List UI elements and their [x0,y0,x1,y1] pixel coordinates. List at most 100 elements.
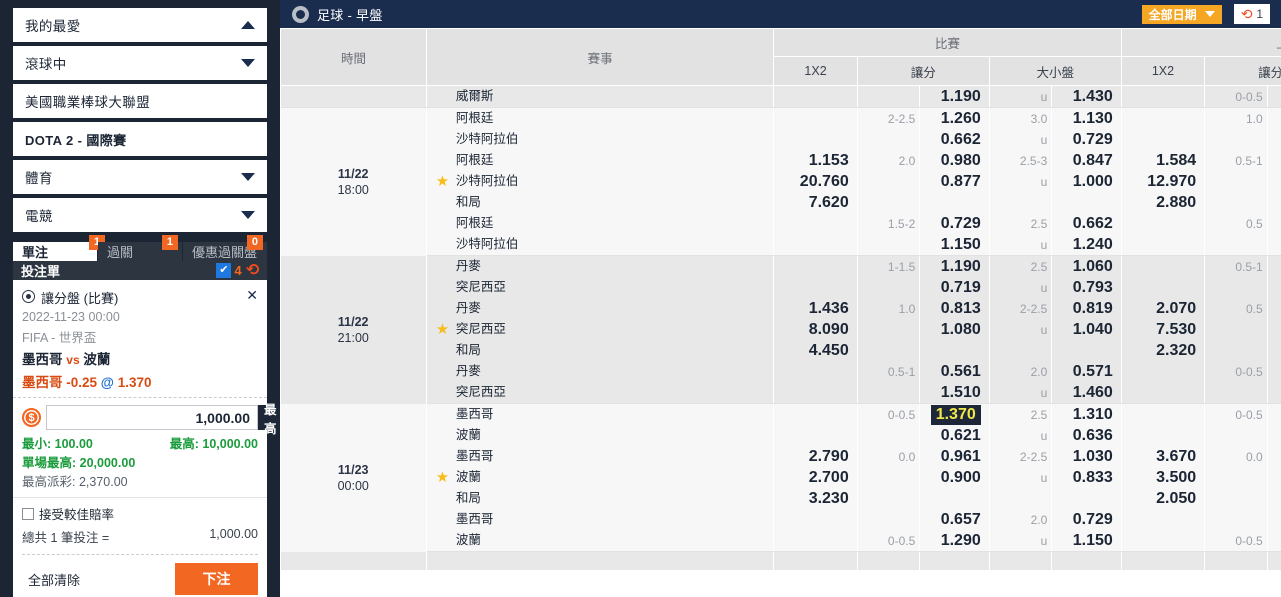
cell-half-hcp-odds[interactable]: 0.632 [1267,361,1281,382]
cell-game-1x2[interactable]: 4.450 [774,340,857,361]
cell-game-1x2[interactable]: 8.090 [774,319,857,340]
cell-game-hcp-line[interactable]: 0.5-1 [857,361,920,382]
betslip-tab-1[interactable]: 過關1 [98,242,183,261]
cell-half-hcp-odds[interactable]: 0.877 [1267,467,1281,488]
sidebar-item-5[interactable]: 電競 [13,198,267,232]
cell-game-total-line[interactable]: 2.5 [989,256,1052,278]
cell-half-1x2[interactable]: 2.050 [1121,488,1204,509]
cell-game-total-line[interactable]: u [989,171,1052,192]
cell-half-hcp-odds[interactable]: 1.320 [1267,382,1281,404]
cell-game-hcp-odds[interactable]: 0.980 [920,150,989,171]
betslip-tab-2[interactable]: 優惠過關盤0 [183,242,267,261]
betslip-tab-0[interactable]: 單注1 [13,242,98,261]
max-stake-button[interactable]: 最高 [258,405,280,430]
favorite-star-icon[interactable]: ★ [435,470,450,485]
cell-game-total-line[interactable]: 2.0 [989,361,1052,382]
cell-half-hcp-odds[interactable]: 1.070 [1267,298,1281,319]
cell-half-hcp-line[interactable]: 0.5 [1205,298,1268,319]
cell-game-1x2[interactable]: 3.230 [774,488,857,509]
cell-game-total-odds[interactable]: 0.571 [1052,361,1121,382]
cell-game-total-line[interactable]: 2-2.5 [989,298,1052,319]
cell-game-hcp-odds[interactable]: 0.621 [920,425,989,446]
selected-odds[interactable]: 1.370 [931,405,981,425]
cell-half-hcp-line[interactable]: 0.5-1 [1205,256,1268,278]
cell-game-total-line[interactable]: u [989,382,1052,404]
cell-game-total-odds[interactable]: 1.130 [1052,108,1121,130]
cell-half-hcp-line[interactable]: 1.0 [1205,108,1268,130]
place-bet-button[interactable]: 下注 [175,563,258,595]
cell-game-hcp-line[interactable]: 1.0 [857,298,920,319]
cell-game-hcp-odds[interactable]: 1.190 [920,86,989,108]
cell-game-hcp-line[interactable]: 0-0.5 [857,404,920,426]
cell-game-total-odds[interactable]: 1.310 [1052,404,1121,426]
chevron-up-icon[interactable] [241,21,255,29]
cell-game-hcp-odds[interactable]: 1.080 [920,319,989,340]
date-filter-button[interactable]: 全部日期 [1142,5,1222,24]
cell-game-hcp-odds[interactable]: 0.662 [920,129,989,150]
cell-game-total-odds[interactable]: 0.847 [1052,150,1121,171]
cell-game-hcp-odds[interactable]: 0.729 [920,213,989,234]
cell-game-hcp-odds[interactable]: 1.510 [920,382,989,404]
cell-game-1x2[interactable]: 1.436 [774,298,857,319]
cell-half-hcp-line[interactable]: 0.5 [1205,213,1268,234]
cell-game-hcp-odds[interactable]: 0.657 [920,509,989,530]
cell-game-total-line[interactable]: 3.0 [989,108,1052,130]
accept-better-odds-row[interactable]: 接受較佳賠率 [22,504,258,523]
cell-half-hcp-odds[interactable]: 1.420 [1267,234,1281,256]
cell-game-total-odds[interactable]: 1.240 [1052,234,1121,256]
cell-game-total-odds[interactable]: 0.662 [1052,213,1121,234]
cell-game-total-odds[interactable]: 0.833 [1052,467,1121,488]
cell-game-hcp-line[interactable]: 1.5-2 [857,213,920,234]
cell-game-1x2[interactable]: 20.760 [774,171,857,192]
cell-game-hcp-line[interactable]: 1-1.5 [857,256,920,278]
chevron-down-icon[interactable] [241,173,255,181]
favorite-star-icon[interactable]: ★ [435,174,450,189]
cell-game-1x2[interactable]: 7.620 [774,192,857,213]
cell-game-hcp-odds[interactable]: 1.290 [920,530,989,552]
cell-half-hcp-line[interactable]: 0-0.5 [1205,86,1268,108]
cell-half-hcp-odds[interactable]: 0.595 [1267,129,1281,150]
cell-half-1x2[interactable]: 2.070 [1121,298,1204,319]
cell-half-1x2[interactable]: 3.670 [1121,446,1204,467]
cell-game-total-line[interactable]: 2-2.5 [989,446,1052,467]
cell-game-hcp-odds[interactable]: 1.150 [920,234,989,256]
cell-game-1x2[interactable]: 2.700 [774,467,857,488]
sidebar-item-4[interactable]: 體育 [13,160,267,194]
cell-game-total-odds[interactable]: 1.040 [1052,319,1121,340]
cell-game-total-line[interactable]: u [989,425,1052,446]
cell-half-1x2[interactable]: 1.584 [1121,150,1204,171]
sidebar-item-3[interactable]: DOTA 2 - 國際賽 [13,122,267,156]
cell-game-total-line[interactable]: u [989,277,1052,298]
cell-game-total-line[interactable]: u [989,86,1052,108]
cell-game-total-line[interactable]: 2.5-3 [989,150,1052,171]
cell-half-hcp-odds[interactable]: 2.010 [1267,86,1281,108]
betslip-accept-checkbox[interactable]: ✔ [216,263,231,278]
cell-game-total-line[interactable]: u [989,129,1052,150]
cell-game-hcp-odds[interactable]: 1.260 [920,108,989,130]
cell-game-total-odds[interactable]: 0.729 [1052,509,1121,530]
cell-half-hcp-odds[interactable]: 0.452 [1267,425,1281,446]
cell-half-hcp-odds[interactable]: 0.826 [1267,150,1281,171]
cell-game-total-odds[interactable]: 1.430 [1052,86,1121,108]
cell-half-hcp-line[interactable]: 0-0.5 [1205,530,1268,552]
refresh-button[interactable]: ⟳ 1 [1234,4,1270,24]
cell-game-hcp-line[interactable]: 0-0.5 [857,530,920,552]
sidebar-item-0[interactable]: 我的最愛 [13,8,267,42]
cell-game-total-odds[interactable]: 1.030 [1052,446,1121,467]
cell-half-hcp-line[interactable]: 0.0 [1205,446,1268,467]
chevron-down-icon[interactable] [241,211,255,219]
cell-half-hcp-odds[interactable]: 0.518 [1267,277,1281,298]
cell-game-hcp-line[interactable]: 2.0 [857,150,920,171]
cell-game-total-odds[interactable]: 0.636 [1052,425,1121,446]
cell-game-hcp-odds[interactable]: 0.561 [920,361,989,382]
cell-game-total-odds[interactable]: 0.793 [1052,277,1121,298]
favorite-star-icon[interactable]: ★ [435,322,450,337]
cell-game-hcp-odds[interactable]: 1.190 [920,256,989,278]
cell-game-hcp-odds[interactable]: 1.370 [920,404,989,426]
cell-game-hcp-odds[interactable]: 0.961 [920,446,989,467]
cell-half-hcp-odds[interactable]: 1.020 [1267,171,1281,192]
cell-game-total-odds[interactable]: 1.150 [1052,530,1121,552]
cell-half-hcp-line[interactable]: 0-0.5 [1205,361,1268,382]
cell-game-hcp-line[interactable]: 2-2.5 [857,108,920,130]
cell-half-hcp-odds[interactable]: 1.600 [1267,256,1281,278]
